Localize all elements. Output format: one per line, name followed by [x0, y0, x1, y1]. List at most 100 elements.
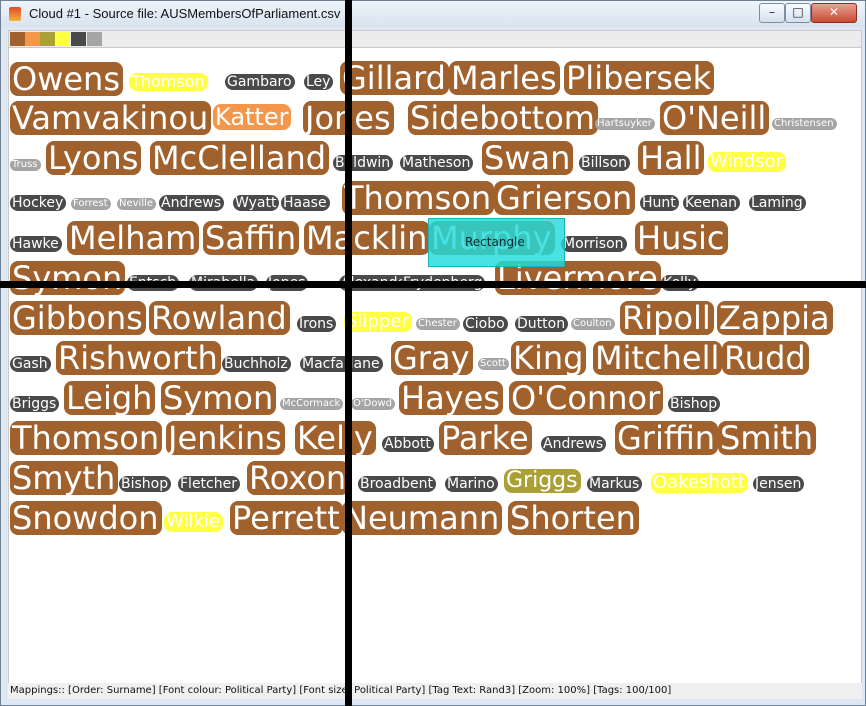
tag-scott[interactable]: Scott [478, 358, 509, 370]
tag-chester[interactable]: Chester [416, 318, 460, 330]
tag-swan[interactable]: Swan [482, 141, 574, 175]
tag-andrews[interactable]: Andrews [541, 436, 607, 452]
tag-haase[interactable]: Haase [281, 195, 330, 211]
tag-symon[interactable]: Symon [10, 261, 126, 295]
tag-keenan[interactable]: Keenan [683, 195, 741, 211]
tag-leigh[interactable]: Leigh [64, 381, 156, 415]
tag-wyatt[interactable]: Wyatt [233, 195, 280, 211]
tag-matheson[interactable]: Matheson [400, 155, 474, 171]
tag-morrison[interactable]: Morrison [561, 236, 627, 252]
minimize-button[interactable]: – [759, 3, 785, 23]
tag-christensen[interactable]: Christensen [772, 118, 837, 130]
tag-snowdon[interactable]: Snowdon [10, 501, 162, 535]
tag-symon[interactable]: Symon [161, 381, 277, 415]
tag-billson[interactable]: Billson [579, 155, 631, 171]
tag-gash[interactable]: Gash [10, 356, 51, 372]
rectangle-selection[interactable]: Rectangle [428, 218, 565, 267]
tag-mccormack[interactable]: McCormack [280, 398, 344, 410]
tag-bishop[interactable]: Bishop [668, 396, 721, 412]
tag-forrest[interactable]: Forrest [71, 198, 111, 210]
tag-thomson[interactable]: Thomson [10, 421, 163, 455]
tag-truss[interactable]: Truss [10, 159, 41, 171]
tag-perrett[interactable]: Perrett [230, 501, 343, 535]
tag-roxon[interactable]: Roxon [247, 461, 350, 495]
tag-melham[interactable]: Melham [67, 221, 200, 255]
tag-gambaro[interactable]: Gambaro [225, 74, 295, 90]
tag-hawke[interactable]: Hawke [10, 236, 62, 252]
tag-bishop[interactable]: Bishop [119, 476, 172, 492]
tag-marino[interactable]: Marino [445, 476, 498, 492]
tag-andrews[interactable]: Andrews [159, 195, 225, 211]
tag-owens[interactable]: Owens [10, 62, 123, 96]
tag-smith[interactable]: Smith [718, 421, 817, 455]
tag-zappia[interactable]: Zappia [717, 301, 833, 335]
close-button[interactable]: ✕ [811, 3, 857, 23]
tag-broadbent[interactable]: Broadbent [358, 476, 436, 492]
tag-king[interactable]: King [511, 341, 587, 375]
tag-hartsuyker[interactable]: Hartsuyker [595, 118, 655, 130]
maximize-button[interactable]: □ [785, 3, 811, 23]
tag-jenkins[interactable]: Jenkins [166, 421, 285, 455]
palette-swatch[interactable] [40, 32, 55, 46]
tag-kelly[interactable]: Kelly [295, 421, 376, 455]
tag-ciobo[interactable]: Ciobo [463, 316, 508, 332]
tag-coulton[interactable]: Coulton [571, 318, 615, 330]
tag-smyth[interactable]: Smyth [10, 461, 119, 495]
tag-dutton[interactable]: Dutton [515, 316, 569, 332]
tag-o-dowd[interactable]: O'Dowd [351, 398, 395, 410]
tag-laming[interactable]: Laming [749, 195, 806, 211]
tag-mitchell[interactable]: Mitchell [593, 341, 723, 375]
tag-irons[interactable]: Irons [297, 316, 337, 332]
tag-neumann[interactable]: Neumann [342, 501, 503, 535]
tag-rowland[interactable]: Rowland [149, 301, 290, 335]
palette-swatch[interactable] [87, 32, 102, 46]
tag-neville[interactable]: Neville [117, 198, 157, 210]
palette-swatch[interactable] [71, 32, 86, 46]
tag-hunt[interactable]: Hunt [640, 195, 679, 211]
tag-griffin[interactable]: Griffin [615, 421, 719, 455]
tag-mcclelland[interactable]: McClelland [150, 141, 330, 175]
tag-cloud-canvas[interactable]: Owens Thomson Gambaro Ley Gillard Marles Plibe… [8, 47, 862, 684]
tag-o-neill[interactable]: O'Neill [660, 101, 770, 135]
tag-ley[interactable]: Ley [304, 74, 334, 90]
tag-rudd[interactable]: Rudd [722, 341, 809, 375]
tag-gray[interactable]: Gray [391, 341, 473, 375]
tag-abbott[interactable]: Abbott [382, 436, 434, 452]
palette-swatch[interactable] [55, 32, 70, 46]
tag-windsor[interactable]: Windsor [708, 152, 787, 172]
tag-baldwin[interactable]: Baldwin [333, 155, 394, 171]
tag-thomson[interactable]: Thomson [129, 73, 208, 91]
tag-grierson[interactable]: Grierson [494, 181, 636, 215]
tag-katter[interactable]: Katter [213, 104, 292, 130]
palette-swatch[interactable] [25, 32, 40, 46]
tag-slipper[interactable]: Slipper [344, 312, 412, 332]
palette-swatch[interactable] [10, 32, 25, 46]
tag-gibbons[interactable]: Gibbons [10, 301, 146, 335]
tag-griggs[interactable]: Griggs [504, 469, 581, 493]
tag-fletcher[interactable]: Fletcher [178, 476, 240, 492]
tag-hayes[interactable]: Hayes [399, 381, 503, 415]
tag-shorten[interactable]: Shorten [508, 501, 639, 535]
tag-macfarlane[interactable]: Macfarlane [300, 356, 383, 372]
tag-saffin[interactable]: Saffin [203, 221, 300, 255]
title-bar[interactable]: Cloud #1 - Source file: AUSMembersOfParl… [1, 1, 865, 27]
tag-plibersek[interactable]: Plibersek [564, 61, 715, 95]
tag-wilkie[interactable]: Wilkie [164, 512, 223, 532]
tag-hockey[interactable]: Hockey [10, 195, 67, 211]
tag-marles[interactable]: Marles [449, 61, 560, 95]
tag-thomson[interactable]: Thomson [342, 181, 495, 215]
tag-gillard[interactable]: Gillard [340, 61, 449, 95]
tag-parke[interactable]: Parke [439, 421, 532, 455]
tag-sidebottom[interactable]: Sidebottom [408, 101, 598, 135]
tag-vamvakinou[interactable]: Vamvakinou [10, 101, 212, 135]
tag-o-connor[interactable]: O'Connor [509, 381, 664, 415]
tag-rishworth[interactable]: Rishworth [56, 341, 221, 375]
tag-macklin[interactable]: Macklin [304, 221, 431, 255]
tag-oakeshott[interactable]: Oakeshott [651, 473, 748, 493]
tag-ripoll[interactable]: Ripoll [620, 301, 714, 335]
tag-lyons[interactable]: Lyons [46, 141, 142, 175]
tag-markus[interactable]: Markus [587, 476, 643, 492]
tag-hall[interactable]: Hall [638, 141, 705, 175]
tag-jensen[interactable]: Jensen [753, 476, 805, 492]
tag-briggs[interactable]: Briggs [10, 396, 60, 412]
